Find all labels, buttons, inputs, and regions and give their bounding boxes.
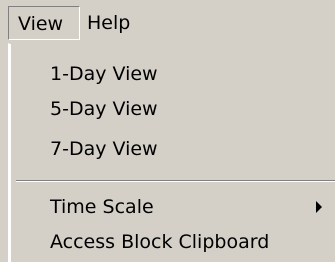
menu-help[interactable]: Help [82, 6, 142, 40]
menu-item-7-day-view[interactable]: 7-Day View [50, 132, 158, 166]
submenu-arrow-icon [316, 201, 322, 213]
menu-item-1-day-view[interactable]: 1-Day View [50, 57, 158, 91]
menu-bar: View Help [0, 0, 335, 43]
menu-view[interactable]: View [8, 6, 80, 40]
menu-item-time-scale-label: Time Scale [50, 196, 154, 218]
menu-item-time-scale[interactable]: Time Scale [50, 190, 330, 224]
view-dropdown-menu: 1-Day View 5-Day View 7-Day View Time Sc… [8, 43, 335, 262]
menu-item-access-block-clipboard[interactable]: Access Block Clipboard [50, 225, 269, 259]
menu-separator [16, 180, 335, 182]
application-window: View Help 1-Day View 5-Day View 7-Day Vi… [0, 0, 335, 262]
menu-item-5-day-view[interactable]: 5-Day View [50, 92, 158, 126]
